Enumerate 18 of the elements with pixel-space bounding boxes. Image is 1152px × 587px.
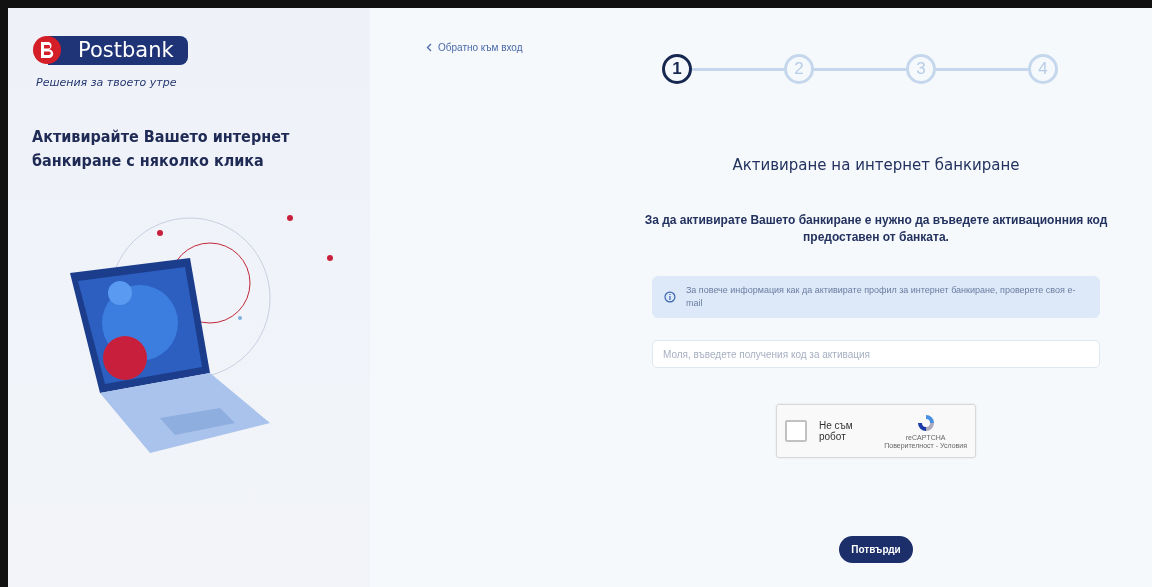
- captcha-label: Не съм робот: [819, 420, 854, 442]
- confirm-button[interactable]: Потвърди: [839, 536, 913, 563]
- step-indicator: 3: [906, 54, 936, 84]
- form-title: Активиране на интернет банкиране: [732, 156, 1020, 174]
- brand-name: Postbank: [48, 35, 188, 65]
- chevron-left-icon: [426, 43, 432, 52]
- captcha-checkbox[interactable]: [785, 420, 807, 442]
- brand-tagline: Решения за твоето утре: [36, 76, 178, 89]
- form-description: За да активирате Вашето банкиране е нужно да въведете активационния код предоставен от банката.: [643, 212, 1109, 246]
- info-text: За повече информация как да активирате профил за интернет банкиране, проверете своя e-mail: [685, 284, 1077, 310]
- step-indicator: 1: [662, 54, 692, 84]
- info-icon: [664, 291, 676, 303]
- back-link[interactable]: Обратно към вход: [426, 42, 523, 53]
- promo-heading: Активирайте Вашето интернет банкиране с няколко клика: [32, 126, 291, 172]
- recaptcha-icon: [915, 413, 936, 433]
- step-indicator: 2: [784, 54, 814, 84]
- step-indicator: 4: [1028, 54, 1058, 84]
- activation-code-field[interactable]: Моля, въведете получения код за активация: [652, 340, 1100, 368]
